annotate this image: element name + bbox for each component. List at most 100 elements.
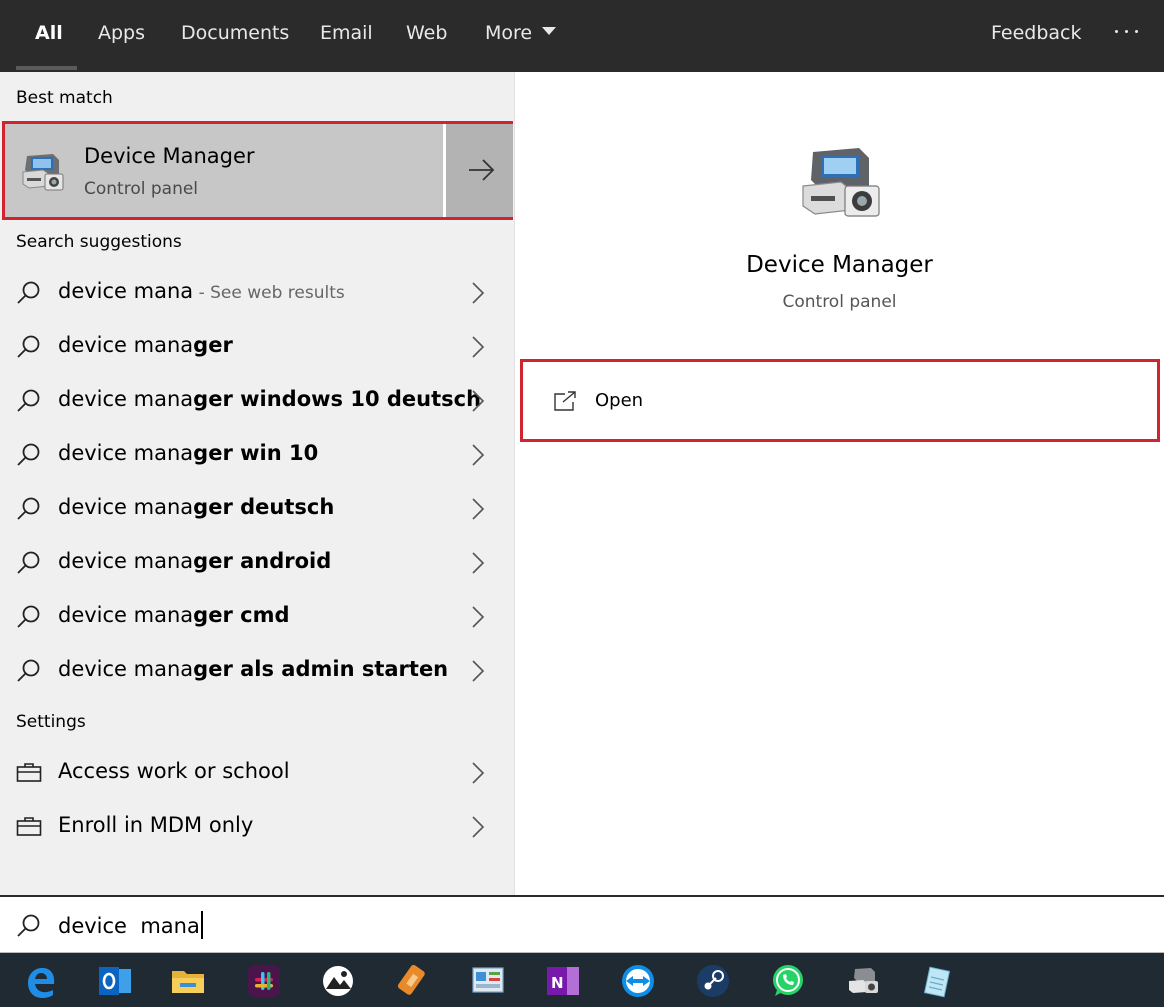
whatsapp-icon[interactable] — [770, 963, 806, 999]
suggestion-match: device mana — [58, 495, 194, 519]
suggestion-item[interactable]: device manager — [0, 320, 515, 374]
chevron-right-icon — [472, 552, 485, 574]
search-input-text: device mana — [58, 914, 200, 938]
best-match-item[interactable]: Device Manager Control panel — [2, 121, 513, 220]
suggestion-text: device manager android — [58, 549, 331, 573]
suggestion-text: device manager cmd — [58, 603, 289, 627]
settings-item-label: Enroll in MDM only — [58, 813, 254, 837]
suggestion-hint: - See web results — [193, 283, 345, 303]
chevron-right-icon — [472, 390, 485, 412]
chevron-right-icon — [472, 498, 485, 520]
chevron-right-icon — [472, 606, 485, 628]
suggestion-text: device manager windows 10 deutsch — [58, 387, 481, 411]
suggestion-completion: ger android — [193, 549, 332, 573]
best-match-title-match: Device Mana — [84, 144, 220, 168]
best-match-expand-button[interactable] — [446, 124, 513, 217]
chevron-right-icon — [472, 762, 485, 784]
suggestion-text: device manager win 10 — [58, 441, 318, 465]
suggestion-completion: ger als admin starten — [193, 657, 449, 681]
suggestion-completion: ger cmd — [193, 603, 290, 627]
notepad-icon[interactable] — [920, 963, 956, 999]
search-icon — [17, 497, 40, 520]
steam-icon[interactable] — [695, 963, 731, 999]
tab-more-label: More — [485, 22, 533, 44]
chevron-right-icon — [472, 660, 485, 682]
suggestion-item[interactable]: device manager win 10 — [0, 428, 515, 482]
search-suggestions-heading: Search suggestions — [16, 232, 182, 252]
tab-more[interactable]: More — [485, 0, 557, 72]
best-match-heading: Best match — [16, 88, 113, 108]
slack-icon[interactable] — [246, 963, 282, 999]
preview-title: Device Manager — [746, 252, 933, 278]
suggestion-match: device mana — [58, 549, 194, 573]
svg-text:N: N — [551, 974, 564, 992]
text-cursor — [200, 911, 203, 939]
suggestion-completion: ger windows 10 deutsch — [193, 387, 482, 411]
file-explorer-icon[interactable] — [170, 963, 206, 999]
suggestion-text: device mana - See web results — [58, 279, 345, 303]
suggestion-item[interactable]: device manager als admin starten — [0, 644, 515, 698]
suggestion-item[interactable]: device manager cmd — [0, 590, 515, 644]
device-manager-icon — [22, 154, 64, 191]
feedback-link[interactable]: Feedback — [991, 0, 1081, 72]
tab-apps[interactable]: Apps — [98, 0, 145, 72]
search-icon — [17, 389, 40, 412]
battery-app-icon[interactable] — [395, 963, 431, 999]
search-icon — [17, 335, 40, 358]
search-box[interactable]: device mana — [0, 895, 1164, 953]
teamviewer-icon[interactable] — [620, 963, 656, 999]
open-action[interactable]: Open — [520, 359, 1160, 442]
device-manager-taskbar-icon[interactable] — [845, 963, 881, 999]
settings-item[interactable]: Enroll in MDM only — [0, 800, 515, 854]
best-match-subtitle: Control panel — [84, 179, 199, 199]
briefcase-icon — [16, 817, 42, 836]
suggestion-item[interactable]: device manager android — [0, 536, 515, 590]
search-input[interactable]: device mana — [58, 909, 958, 943]
settings-item[interactable]: Access work or school — [0, 746, 515, 800]
chevron-right-icon — [472, 816, 485, 838]
suggestion-text: device manager als admin starten — [58, 657, 448, 681]
tab-email[interactable]: Email — [320, 0, 373, 72]
open-external-icon — [554, 391, 576, 411]
more-options-icon[interactable] — [1112, 20, 1142, 40]
active-tab-indicator — [16, 66, 77, 70]
settings-heading: Settings — [16, 712, 86, 732]
tab-documents[interactable]: Documents — [181, 0, 289, 72]
chevron-right-icon — [472, 336, 485, 358]
suggestion-text: device manager deutsch — [58, 495, 334, 519]
preview-subtitle: Control panel — [782, 292, 897, 312]
suggestion-match: device mana — [58, 603, 194, 627]
arrow-right-icon — [469, 159, 495, 181]
best-match-title: Device Manager — [84, 144, 255, 168]
camera-app-icon[interactable] — [320, 963, 356, 999]
edge-icon[interactable] — [22, 963, 58, 999]
suggestion-item[interactable]: device mana - See web results — [0, 266, 515, 320]
suggestion-item[interactable]: device manager deutsch — [0, 482, 515, 536]
search-icon — [17, 605, 40, 628]
search-icon — [17, 281, 40, 304]
suggestion-item[interactable]: device manager windows 10 deutsch — [0, 374, 515, 428]
onenote-icon[interactable]: N — [545, 963, 581, 999]
briefcase-icon — [16, 763, 42, 782]
caret-down-icon — [542, 26, 557, 35]
outlook-icon[interactable] — [97, 963, 133, 999]
taskbar: N — [0, 953, 1164, 1007]
preview-pane: Device Manager Control panel Open — [515, 72, 1164, 895]
suggestion-match: device mana — [58, 333, 194, 357]
suggestion-completion: ger win 10 — [193, 441, 319, 465]
device-manager-large-icon — [802, 148, 880, 217]
control-panel-icon[interactable] — [470, 963, 506, 999]
search-filter-bar: All Apps Documents Email Web More Feedba… — [0, 0, 1164, 72]
search-icon — [17, 443, 40, 466]
suggestion-match: device mana — [58, 441, 194, 465]
settings-item-label: Access work or school — [58, 759, 290, 783]
suggestion-text: device manager — [58, 333, 233, 357]
tab-web[interactable]: Web — [406, 0, 447, 72]
tab-all[interactable]: All — [35, 0, 63, 72]
suggestion-completion: ger — [193, 333, 233, 357]
chevron-right-icon — [472, 444, 485, 466]
best-match-title-rest: ger — [219, 144, 255, 168]
suggestion-match: device mana — [58, 387, 194, 411]
search-icon — [17, 914, 40, 937]
suggestion-match: device mana — [58, 279, 194, 303]
